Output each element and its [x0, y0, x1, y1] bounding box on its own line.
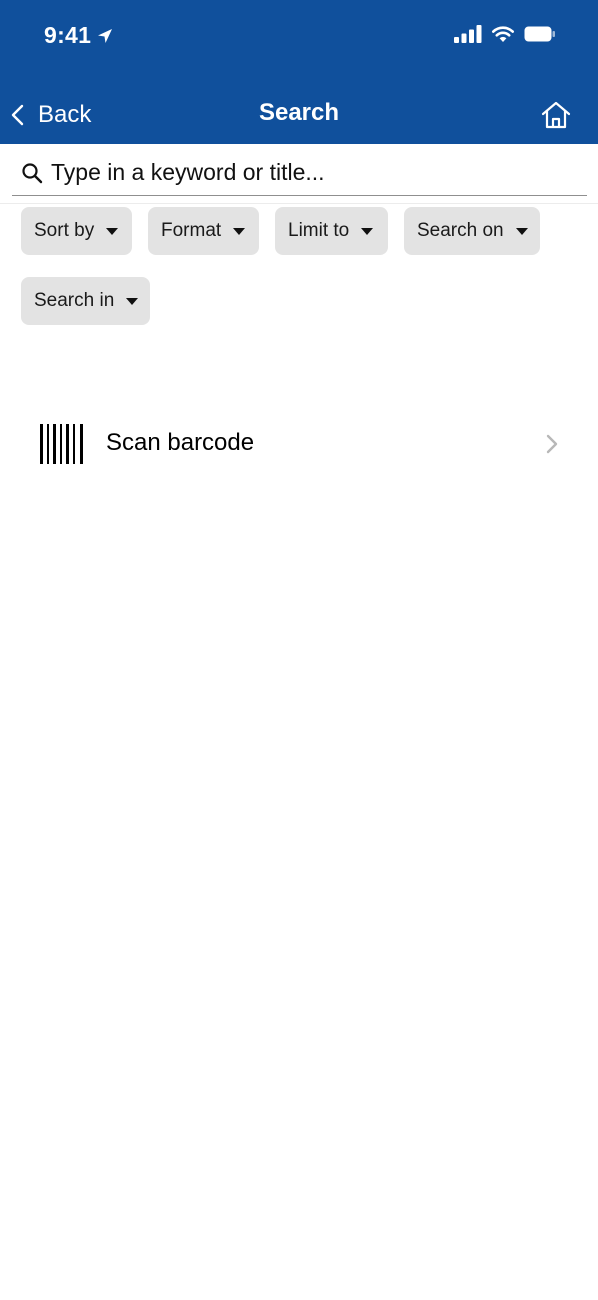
status-time-text: 9:41: [44, 22, 92, 48]
sort-by-label: Sort by: [34, 220, 95, 241]
back-label: Back: [38, 101, 92, 128]
caret-down-icon: [126, 297, 139, 305]
app-header: 9:41 Back Search: [0, 0, 598, 144]
signal-icon: [454, 25, 482, 43]
search-bar: [12, 150, 587, 196]
scan-barcode-row[interactable]: Scan barcode: [0, 412, 598, 476]
search-on-dropdown[interactable]: Search on: [404, 207, 540, 255]
wifi-icon: [492, 26, 514, 42]
search-in-dropdown[interactable]: Search in: [21, 277, 150, 325]
chevron-right-icon: [546, 434, 558, 454]
caret-down-icon: [233, 227, 246, 235]
divider: [0, 203, 598, 204]
caret-down-icon: [515, 227, 528, 235]
status-indicators: [454, 25, 556, 43]
format-label: Format: [161, 220, 222, 241]
status-bar-time: 9:41: [44, 22, 113, 49]
sort-by-dropdown[interactable]: Sort by: [21, 207, 132, 255]
search-input[interactable]: [51, 159, 587, 186]
caret-down-icon: [361, 227, 374, 235]
chevron-left-icon: [11, 104, 24, 126]
format-dropdown[interactable]: Format: [148, 207, 259, 255]
limit-to-label: Limit to: [288, 220, 350, 241]
limit-to-dropdown[interactable]: Limit to: [275, 207, 388, 255]
battery-icon: [524, 26, 555, 42]
search-in-label: Search in: [34, 290, 115, 311]
caret-down-icon: [106, 227, 119, 235]
scan-barcode-label: Scan barcode: [106, 429, 255, 456]
location-arrow-icon: [98, 28, 113, 43]
home-icon[interactable]: [540, 100, 572, 130]
search-icon: [22, 162, 43, 183]
back-button[interactable]: Back: [10, 96, 91, 134]
search-on-label: Search on: [417, 220, 504, 241]
barcode-icon: [40, 424, 83, 464]
